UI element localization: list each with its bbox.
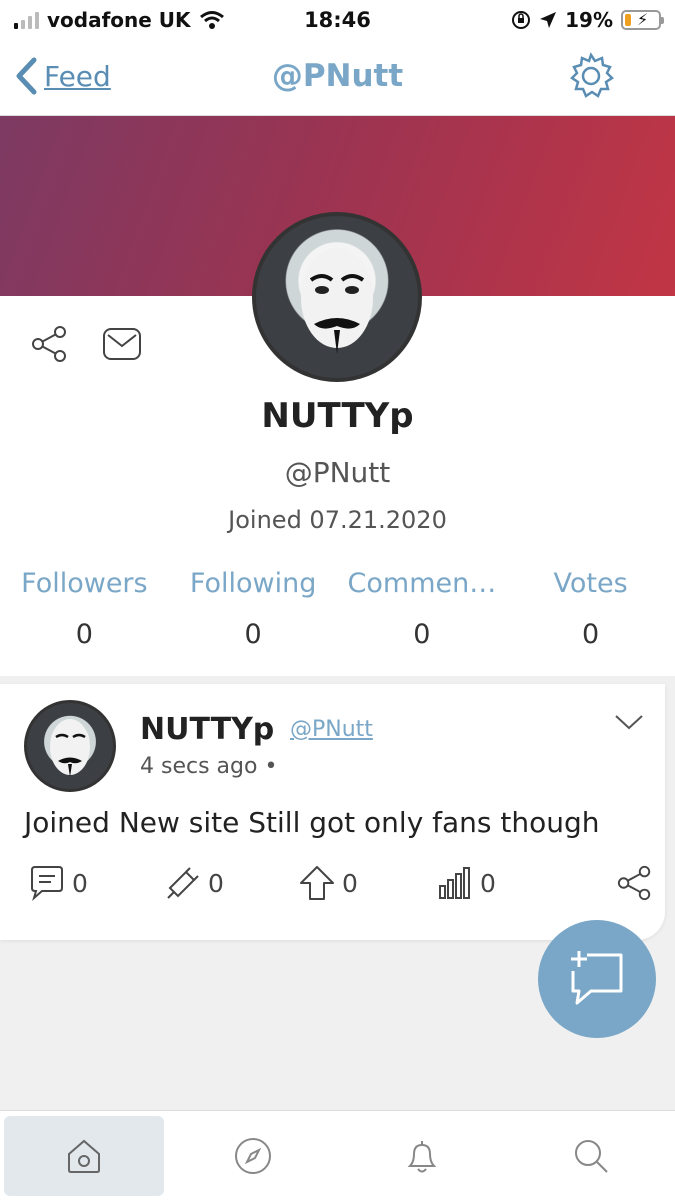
- upvote-icon: [300, 866, 334, 900]
- views-count: 0: [480, 868, 496, 898]
- stat-label: Following: [189, 568, 317, 599]
- home-icon: [68, 1139, 101, 1173]
- battery-percent: 19%: [565, 8, 613, 32]
- tab-home[interactable]: [0, 1111, 169, 1200]
- new-post-icon: [571, 951, 623, 1005]
- new-post-button[interactable]: [538, 920, 656, 1038]
- wifi-icon: [199, 11, 224, 29]
- post-author-name[interactable]: NUTTYp: [140, 712, 274, 747]
- boost-button[interactable]: 0: [164, 864, 224, 902]
- stat-value: 0: [75, 619, 93, 650]
- post-timestamp: 4 secs ago •: [140, 754, 278, 779]
- tab-bar: [0, 1110, 675, 1200]
- stat-value: 0: [582, 619, 600, 650]
- boost-count: 0: [208, 868, 224, 898]
- stat-label: Followers: [21, 568, 148, 599]
- post-share-button[interactable]: [616, 864, 654, 902]
- status-bar: vodafone UK 18:46 19% ⚡: [0, 0, 675, 40]
- comment-button[interactable]: 0: [28, 864, 88, 902]
- rotation-lock-icon: [512, 11, 531, 29]
- comment-count: 0: [72, 868, 88, 898]
- upvote-count: 0: [342, 868, 358, 898]
- battery-icon: ⚡: [621, 10, 664, 30]
- post-action-bar: 0 0 0 0: [28, 864, 658, 908]
- profile-handle: @PNutt: [284, 456, 391, 489]
- views-button[interactable]: 0: [436, 864, 496, 902]
- share-icon[interactable]: [30, 324, 70, 364]
- stat-label: Commen…: [347, 568, 497, 599]
- tab-search[interactable]: [506, 1111, 675, 1200]
- search-icon: [574, 1140, 608, 1173]
- boost-icon: [167, 867, 199, 899]
- profile-avatar[interactable]: [252, 212, 422, 382]
- compass-icon: [235, 1138, 272, 1174]
- gear-icon: [570, 52, 614, 98]
- stat-value: 0: [413, 619, 431, 650]
- joined-date: Joined 07.21.2020: [228, 506, 447, 534]
- location-arrow-icon: [540, 12, 557, 28]
- bell-icon: [407, 1141, 437, 1173]
- post-text: Joined New site Still got only fans thou…: [24, 806, 600, 839]
- post-card[interactable]: NUTTYp @PNutt 4 secs ago • Joined New si…: [0, 684, 665, 940]
- post-author-handle[interactable]: @PNutt: [290, 717, 373, 742]
- clock: 18:46: [304, 8, 371, 32]
- display-name: NUTTYp: [261, 396, 414, 436]
- post-menu-button[interactable]: [613, 712, 645, 736]
- stat-following[interactable]: Following 0: [169, 568, 338, 650]
- stat-value: 0: [244, 619, 262, 650]
- tab-notifications[interactable]: [338, 1111, 507, 1200]
- comment-icon: [31, 866, 63, 901]
- stat-comments[interactable]: Commen… 0: [338, 568, 507, 650]
- post-author-avatar[interactable]: [24, 700, 116, 792]
- chevron-down-icon: [615, 715, 643, 730]
- profile-stats: Followers 0 Following 0 Commen… 0 Votes …: [0, 568, 675, 650]
- carrier-label: vodafone UK: [47, 8, 191, 32]
- tab-explore[interactable]: [169, 1111, 338, 1200]
- mail-icon[interactable]: [102, 327, 142, 361]
- nav-bar: Feed @PNutt: [0, 40, 675, 116]
- mask-face-image: [50, 719, 90, 777]
- settings-button[interactable]: [567, 52, 615, 104]
- share-icon: [617, 865, 651, 901]
- stats-icon: [439, 867, 470, 899]
- stat-followers[interactable]: Followers 0: [0, 568, 169, 650]
- upvote-button[interactable]: 0: [298, 864, 358, 902]
- mask-face-image: [301, 248, 373, 354]
- stat-label: Votes: [553, 568, 628, 599]
- stat-votes[interactable]: Votes 0: [506, 568, 675, 650]
- signal-icon: [14, 11, 39, 29]
